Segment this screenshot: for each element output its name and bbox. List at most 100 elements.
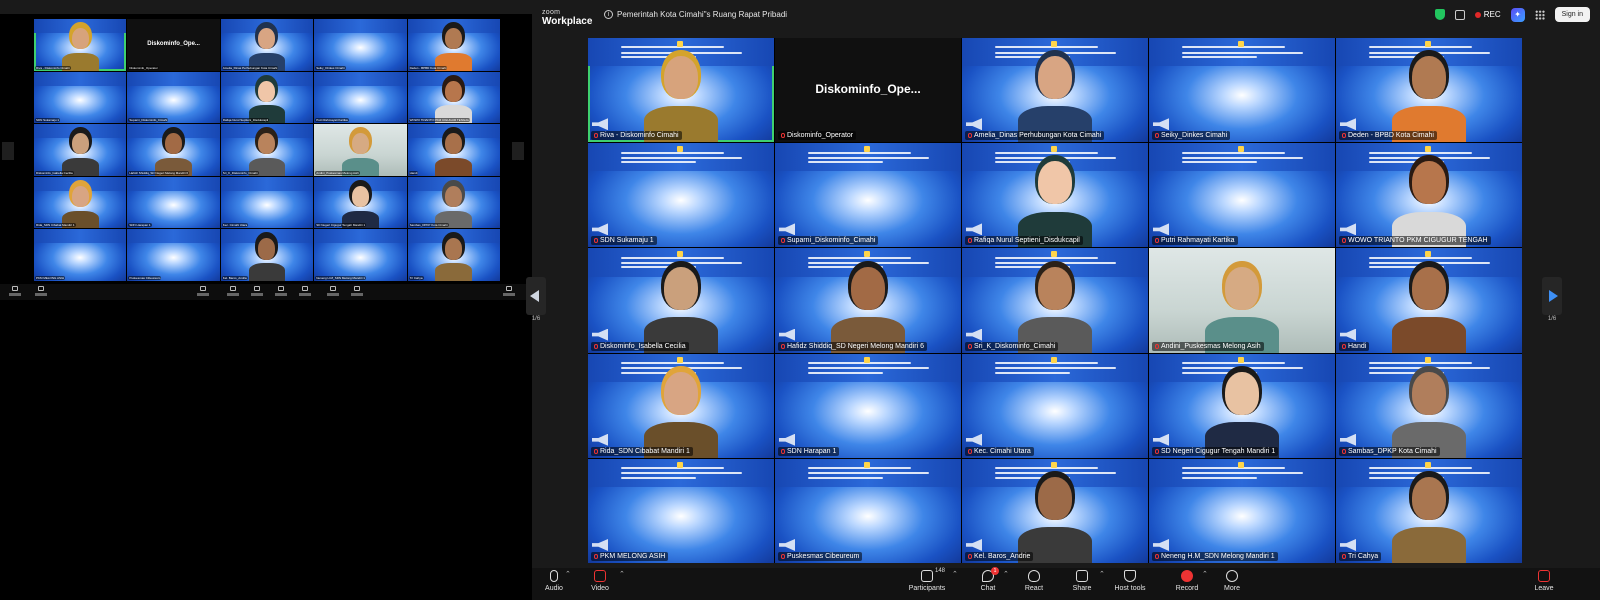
record-caret-icon[interactable]: ⌃: [1202, 570, 1208, 578]
video-button[interactable]: Video: [578, 570, 622, 592]
video-tile[interactable]: Rafiqa Nurul Septieni_Disdukcapil: [962, 143, 1148, 248]
participant-head: [445, 80, 463, 102]
video-tile[interactable]: Deden - BPBD Kota Cimahi: [1336, 38, 1522, 143]
info-icon[interactable]: i: [604, 10, 613, 19]
banner-text-line: [808, 151, 911, 154]
video-tile[interactable]: Kec. Cimahi Utara: [962, 353, 1148, 458]
participant-nametag: Tri Cahya: [1339, 551, 1382, 561]
apps-grid-icon[interactable]: [1534, 9, 1545, 20]
thumbnail-tile: Kel. Baros_Andrie: [220, 229, 314, 281]
participant-name: Diskominfo_Operator: [129, 65, 158, 70]
video-tile[interactable]: SDN Harapan 1: [775, 353, 961, 458]
participant-name: Puskesmas Cibeureum: [787, 552, 860, 560]
recording-indicator[interactable]: REC: [1474, 10, 1501, 19]
audio-options-caret-icon[interactable]: ⌃: [565, 570, 571, 578]
city-logo-icon: [1051, 356, 1058, 363]
participant-head: [850, 266, 886, 310]
city-logo-icon: [1051, 251, 1058, 258]
video-tile[interactable]: Puskesmas Cibeureum: [775, 458, 961, 563]
video-tile[interactable]: Suparni_Diskominfo_Cimahi: [775, 143, 961, 248]
mic-muted-icon: [781, 238, 785, 244]
video-tile[interactable]: WOWO TRIANTO PKM CIGUGUR TENGAH: [1336, 143, 1522, 248]
participant-name: Sambas_DPKP Kota Cimahi: [409, 223, 448, 228]
react-button[interactable]: React: [1012, 570, 1056, 592]
participant-head: [1411, 476, 1447, 520]
participants-button[interactable]: 148 Participants: [905, 568, 949, 592]
participant-name: Neneng H.M_SDN Melong Mandiri 1: [1161, 552, 1275, 560]
video-tile[interactable]: Handi: [1336, 248, 1522, 353]
video-tile[interactable]: Andini_Puskesmas Melong Asih: [1149, 248, 1335, 353]
video-tile[interactable]: Sambas_DPKP Kota Cimahi: [1336, 353, 1522, 458]
video-tile[interactable]: PKM MELONG ASIH: [588, 458, 774, 563]
video-tile[interactable]: SD Negeri Cigugur Tengah Mandiri 1: [1149, 353, 1335, 458]
thumbnail-label-line: [35, 293, 47, 296]
thumbnail-tile: Riva - Diskominfo Cimahi: [34, 19, 127, 71]
more-button[interactable]: More: [1210, 570, 1254, 592]
thumbnail-glyph: [230, 286, 236, 291]
participants-caret-icon[interactable]: ⌃: [952, 570, 958, 578]
participant-name: SD Negeri Cigugur Tengah Mandiri 1: [1161, 447, 1276, 455]
thumbnail-label-line: [299, 293, 311, 296]
meeting-info[interactable]: i Pemerintah Kota Cimahi"s Ruang Rapat P…: [604, 10, 787, 19]
video-tile[interactable]: SDN Sukamaju 1: [588, 143, 774, 248]
microphone-icon: [550, 570, 558, 582]
video-tile[interactable]: Kel. Baros_Andrie: [962, 458, 1148, 563]
city-logo-icon: [864, 461, 871, 468]
participant-head: [1411, 266, 1447, 310]
video-tile[interactable]: Riva - Diskominfo Cimahi: [588, 38, 774, 143]
mic-muted-icon: [1342, 553, 1346, 559]
participant-nametag: Putri Rahmayati Kartika: [1152, 236, 1238, 246]
thumbnail-tile: Tri Cahya: [407, 229, 500, 281]
sign-in-button[interactable]: Sign in: [1554, 7, 1590, 22]
megaphone-icon: [779, 328, 795, 341]
city-logo-icon: [1425, 356, 1432, 363]
video-tile[interactable]: Sri_K_Diskominfo_Cimahi: [962, 248, 1148, 353]
participant-nametag: SDN Harapan 1: [128, 223, 152, 228]
thumbnail-control-icon: [8, 286, 22, 298]
participant-nametag: Diskominfo_Operator: [778, 131, 857, 141]
ai-companion-icon[interactable]: ✦: [1510, 7, 1525, 22]
participant-name: Sri_K_Diskominfo_Cimahi: [974, 342, 1056, 350]
video-tile[interactable]: Amelia_Dinas Perhubungan Kota Cimahi: [962, 38, 1148, 143]
next-page-button[interactable]: [1542, 277, 1562, 315]
thumbnail-label-line: [327, 293, 339, 296]
city-logo-icon: [864, 251, 871, 258]
video-options-caret-icon[interactable]: ⌃: [619, 570, 625, 578]
video-tile[interactable]: Diskominfo_Isabella Cecilia: [588, 248, 774, 353]
participant-video: [1391, 53, 1467, 143]
city-logo-icon: [677, 356, 684, 363]
chevron-left-icon: [530, 290, 539, 302]
virtual-background-banner: [127, 229, 220, 244]
megaphone-icon: [779, 433, 795, 446]
host-tools-button[interactable]: Host tools: [1108, 570, 1152, 592]
banner-text-line: [1182, 472, 1304, 475]
video-tile[interactable]: Rida_SDN Cibabat Mandiri 1: [588, 353, 774, 458]
participant-name: SDN Harapan 1: [787, 447, 837, 455]
banner-text-line: [1182, 467, 1285, 470]
thumbnail-label-line: [251, 293, 263, 296]
video-tile[interactable]: Putri Rahmayati Kartika: [1149, 143, 1335, 248]
notes-icon[interactable]: [1454, 9, 1465, 20]
titlebar-right: REC ✦ Sign in: [1434, 7, 1590, 22]
virtual-background-banner: [314, 71, 407, 86]
thumbnail-glyph: [302, 286, 308, 291]
prev-page-button[interactable]: [526, 277, 546, 595]
share-button[interactable]: Share: [1060, 570, 1104, 592]
video-tile[interactable]: Hafidz Shiddiq_SD Negeri Melong Mandiri …: [775, 248, 961, 353]
participant-head: [663, 56, 699, 100]
shield-icon[interactable]: [1434, 9, 1445, 20]
video-tile[interactable]: Tri Cahya: [1336, 458, 1522, 563]
megaphone-icon: [966, 328, 982, 341]
city-logo-icon: [677, 461, 684, 468]
participant-head: [1224, 266, 1260, 310]
video-tile[interactable]: Seiky_Dinkes Cimahi: [1149, 38, 1335, 143]
video-tile[interactable]: Diskominfo_Ope... Diskominfo_Operator: [775, 38, 961, 143]
virtual-background-banner: [127, 176, 220, 191]
leave-button[interactable]: Leave: [1522, 570, 1566, 592]
chat-caret-icon[interactable]: ⌃: [1003, 570, 1009, 578]
video-tile[interactable]: Neneng H.M_SDN Melong Mandiri 1: [1149, 458, 1335, 563]
thumbnail-tile: Hafidz Shiddiq_SD Negeri Melong Mandiri …: [127, 124, 220, 176]
megaphone-icon: [592, 538, 608, 551]
share-caret-icon[interactable]: ⌃: [1099, 570, 1105, 578]
participant-nametag: PKM MELONG ASIH: [591, 551, 669, 561]
